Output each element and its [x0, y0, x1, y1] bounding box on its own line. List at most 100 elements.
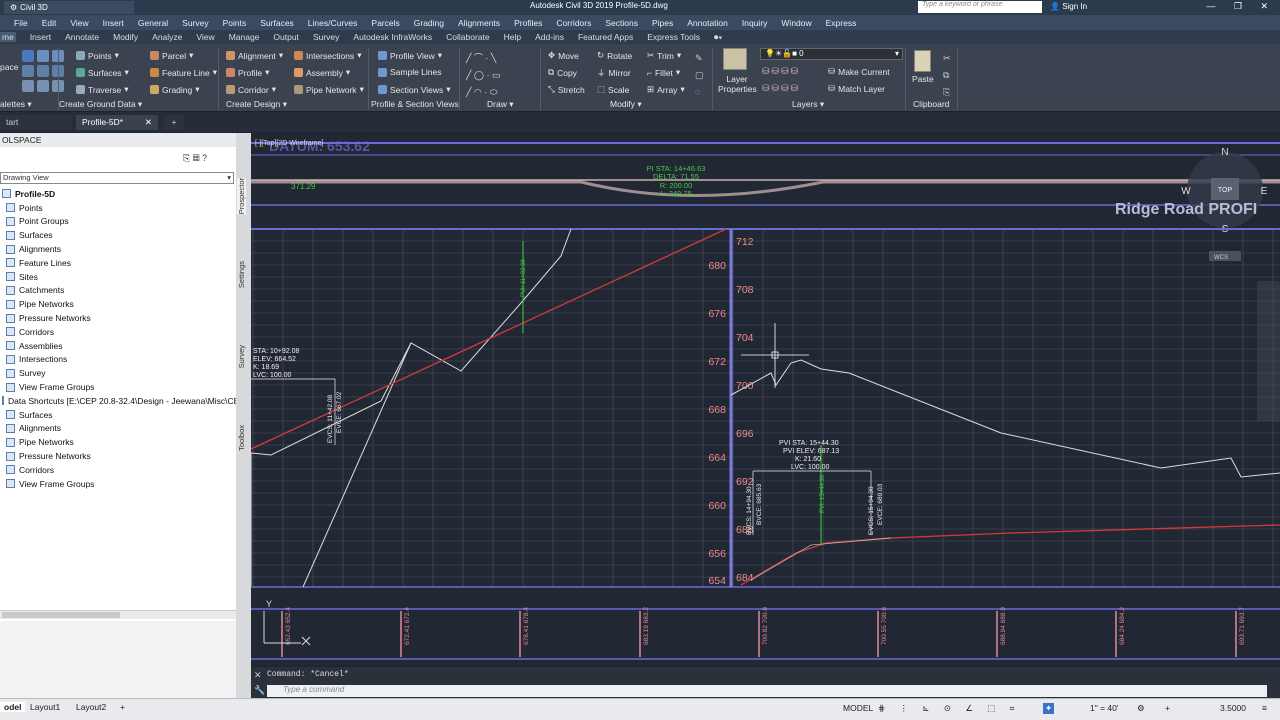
window-controls[interactable]: — ❐ ✕	[1206, 1, 1276, 12]
tree-item[interactable]: Profile-5D	[0, 187, 236, 201]
menu-surfaces[interactable]: Surfaces	[260, 18, 294, 28]
profile-views-panel-title[interactable]: Profile & Section Views	[371, 99, 459, 109]
design-panel-title[interactable]: Create Design ▾	[226, 99, 287, 110]
viewcube-north[interactable]: N	[1221, 147, 1228, 158]
tab-manage[interactable]: Manage	[229, 32, 260, 42]
tab-model[interactable]: odel	[0, 702, 26, 712]
tree-item[interactable]: Sites	[0, 270, 236, 284]
tab-home[interactable]: me	[0, 32, 16, 42]
layer-dropdown[interactable]: 💡☀🔓■ 0 ▾	[760, 48, 903, 60]
menu-edit[interactable]: Edit	[42, 18, 57, 28]
assembly-button[interactable]: Assembly ▾	[294, 67, 350, 78]
tree-item[interactable]: Alignments	[0, 422, 236, 436]
tree-item[interactable]: Corridors	[0, 325, 236, 339]
copy-button[interactable]: ⧉ Copy	[548, 67, 577, 78]
array-button[interactable]: ⊞ Array ▾	[647, 84, 685, 95]
profile-drawing[interactable]: DATUM: 653.62 [-][Top][2D Wireframe] 371…	[251, 133, 1280, 666]
menu-icon[interactable]: ≡	[1262, 703, 1267, 713]
menu-view[interactable]: View	[70, 18, 88, 28]
menu-annotation[interactable]: Annotation	[687, 18, 728, 28]
tree-item[interactable]: Points	[0, 201, 236, 215]
parcel-button[interactable]: Parcel ▾	[150, 50, 193, 61]
tab-collaborate[interactable]: Collaborate	[446, 32, 489, 42]
draw-panel-title[interactable]: Draw ▾	[487, 99, 513, 110]
tree-item[interactable]: Pipe Networks	[0, 297, 236, 311]
palette-icon[interactable]	[37, 50, 49, 62]
clipboard-small-icons[interactable]: ✂ ⧉ ⎘	[943, 50, 951, 101]
tab-analyze[interactable]: Analyze	[152, 32, 182, 42]
drafting-toggles[interactable]: ⋕ ⋮ ⊾ ⊙ ∠ ⬚ ⌗	[878, 703, 1020, 714]
tree-item[interactable]: View Frame Groups	[0, 477, 236, 491]
menu-file[interactable]: File	[14, 18, 28, 28]
clipboard-panel-title[interactable]: Clipboard	[913, 99, 949, 109]
layers-panel-title[interactable]: Layers ▾	[792, 99, 824, 110]
tree-item[interactable]: Pressure Networks	[0, 311, 236, 325]
toolspace-button[interactable]: pace	[0, 62, 18, 72]
points-button[interactable]: Points ▾	[76, 50, 119, 61]
annotation-toggle[interactable]: ✦	[1043, 703, 1055, 714]
scale-button[interactable]: ⬚ Scale	[597, 84, 629, 95]
wrench-icon[interactable]: 🔧	[254, 685, 265, 696]
side-tab-survey[interactable]: Survey	[237, 345, 246, 368]
tree-item[interactable]: Point Groups	[0, 215, 236, 229]
layer-properties-icon[interactable]	[723, 48, 747, 70]
palette-icon[interactable]	[22, 65, 34, 77]
tab-layout1[interactable]: Layout1	[30, 702, 60, 712]
surfaces-button[interactable]: Surfaces ▾	[76, 67, 129, 78]
tab-view[interactable]: View	[196, 32, 214, 42]
annotation-scale[interactable]: 1" = 40'	[1090, 703, 1119, 713]
tab-start[interactable]: tart	[0, 115, 72, 130]
mirror-button[interactable]: ⏚ Mirror	[597, 67, 631, 79]
tab-help[interactable]: Help	[504, 32, 521, 42]
tree-item[interactable]: Corridors	[0, 463, 236, 477]
menu-grading[interactable]: Grading	[414, 18, 444, 28]
tree-item[interactable]: Survey	[0, 366, 236, 380]
menu-pipes[interactable]: Pipes	[652, 18, 673, 28]
model-space-toggle[interactable]: MODEL	[843, 703, 873, 713]
menu-insert[interactable]: Insert	[103, 18, 124, 28]
tab-featured-apps[interactable]: Featured Apps	[578, 32, 633, 42]
move-button[interactable]: ✥ Move	[548, 50, 579, 61]
palette-icon[interactable]	[22, 80, 34, 92]
menu-survey[interactable]: Survey	[182, 18, 208, 28]
close-icon[interactable]: ✕	[145, 117, 152, 128]
menu-inquiry[interactable]: Inquiry	[742, 18, 768, 28]
tree-item[interactable]: Intersections	[0, 353, 236, 367]
menu-sections[interactable]: Sections	[605, 18, 638, 28]
section-views-button[interactable]: Section Views ▾	[378, 84, 451, 95]
add-layout-button[interactable]: +	[120, 702, 125, 712]
menu-lines-curves[interactable]: Lines/Curves	[308, 18, 358, 28]
menu-express[interactable]: Express	[826, 18, 857, 28]
search-input[interactable]: Type a keyword or phrase	[918, 1, 1042, 13]
scroll-thumb[interactable]	[2, 612, 120, 618]
ground-panel-title[interactable]: Create Ground Data ▾	[59, 99, 142, 110]
tab-add-ins[interactable]: Add-ins	[535, 32, 564, 42]
side-tab-toolbox[interactable]: Toolbox	[237, 425, 246, 451]
paste-icon[interactable]	[914, 50, 931, 72]
fillet-button[interactable]: ⌐ Fillet ▾	[647, 67, 680, 78]
profile-button[interactable]: Profile ▾	[226, 67, 269, 78]
trim-button[interactable]: ✂ Trim ▾	[647, 50, 681, 61]
new-tab-button[interactable]: +	[164, 115, 184, 130]
draw-tools[interactable]: ╱ ⌒ · ╲ ╱ ◯ · ▭ ╱ ◠ · ⬭	[466, 50, 536, 97]
tree-item[interactable]: Pipe Networks	[0, 435, 236, 449]
tab-survey[interactable]: Survey	[313, 32, 339, 42]
modify-extra-icons[interactable]: ✎ ▢ ◌	[695, 50, 704, 101]
tree-item[interactable]: Feature Lines	[0, 256, 236, 270]
layer-tools-row1[interactable]: ⛁⛁⛁⛁	[762, 66, 800, 77]
tree-item[interactable]: Assemblies	[0, 339, 236, 353]
viewcube-east[interactable]: E	[1261, 186, 1268, 197]
alignment-button[interactable]: Alignment ▾	[226, 50, 283, 61]
sample-lines-button[interactable]: Sample Lines	[378, 67, 442, 77]
match-layer-button[interactable]: ⛁ Match Layer	[828, 83, 885, 94]
menu-general[interactable]: General	[138, 18, 168, 28]
layer-tools-row2[interactable]: ⛁⛁⛁⛁	[762, 83, 800, 94]
corridor-button[interactable]: Corridor ▾	[226, 84, 276, 95]
tab-express-tools[interactable]: Express Tools	[647, 32, 700, 42]
menu-profiles[interactable]: Profiles	[514, 18, 542, 28]
drawing-canvas[interactable]: DATUM: 653.62 [-][Top][2D Wireframe] 371…	[251, 133, 1280, 666]
tab-annotate[interactable]: Annotate	[65, 32, 99, 42]
tree-item[interactable]: Pressure Networks	[0, 449, 236, 463]
menu-parcels[interactable]: Parcels	[371, 18, 399, 28]
wcs-label[interactable]: WCS	[1214, 255, 1228, 261]
